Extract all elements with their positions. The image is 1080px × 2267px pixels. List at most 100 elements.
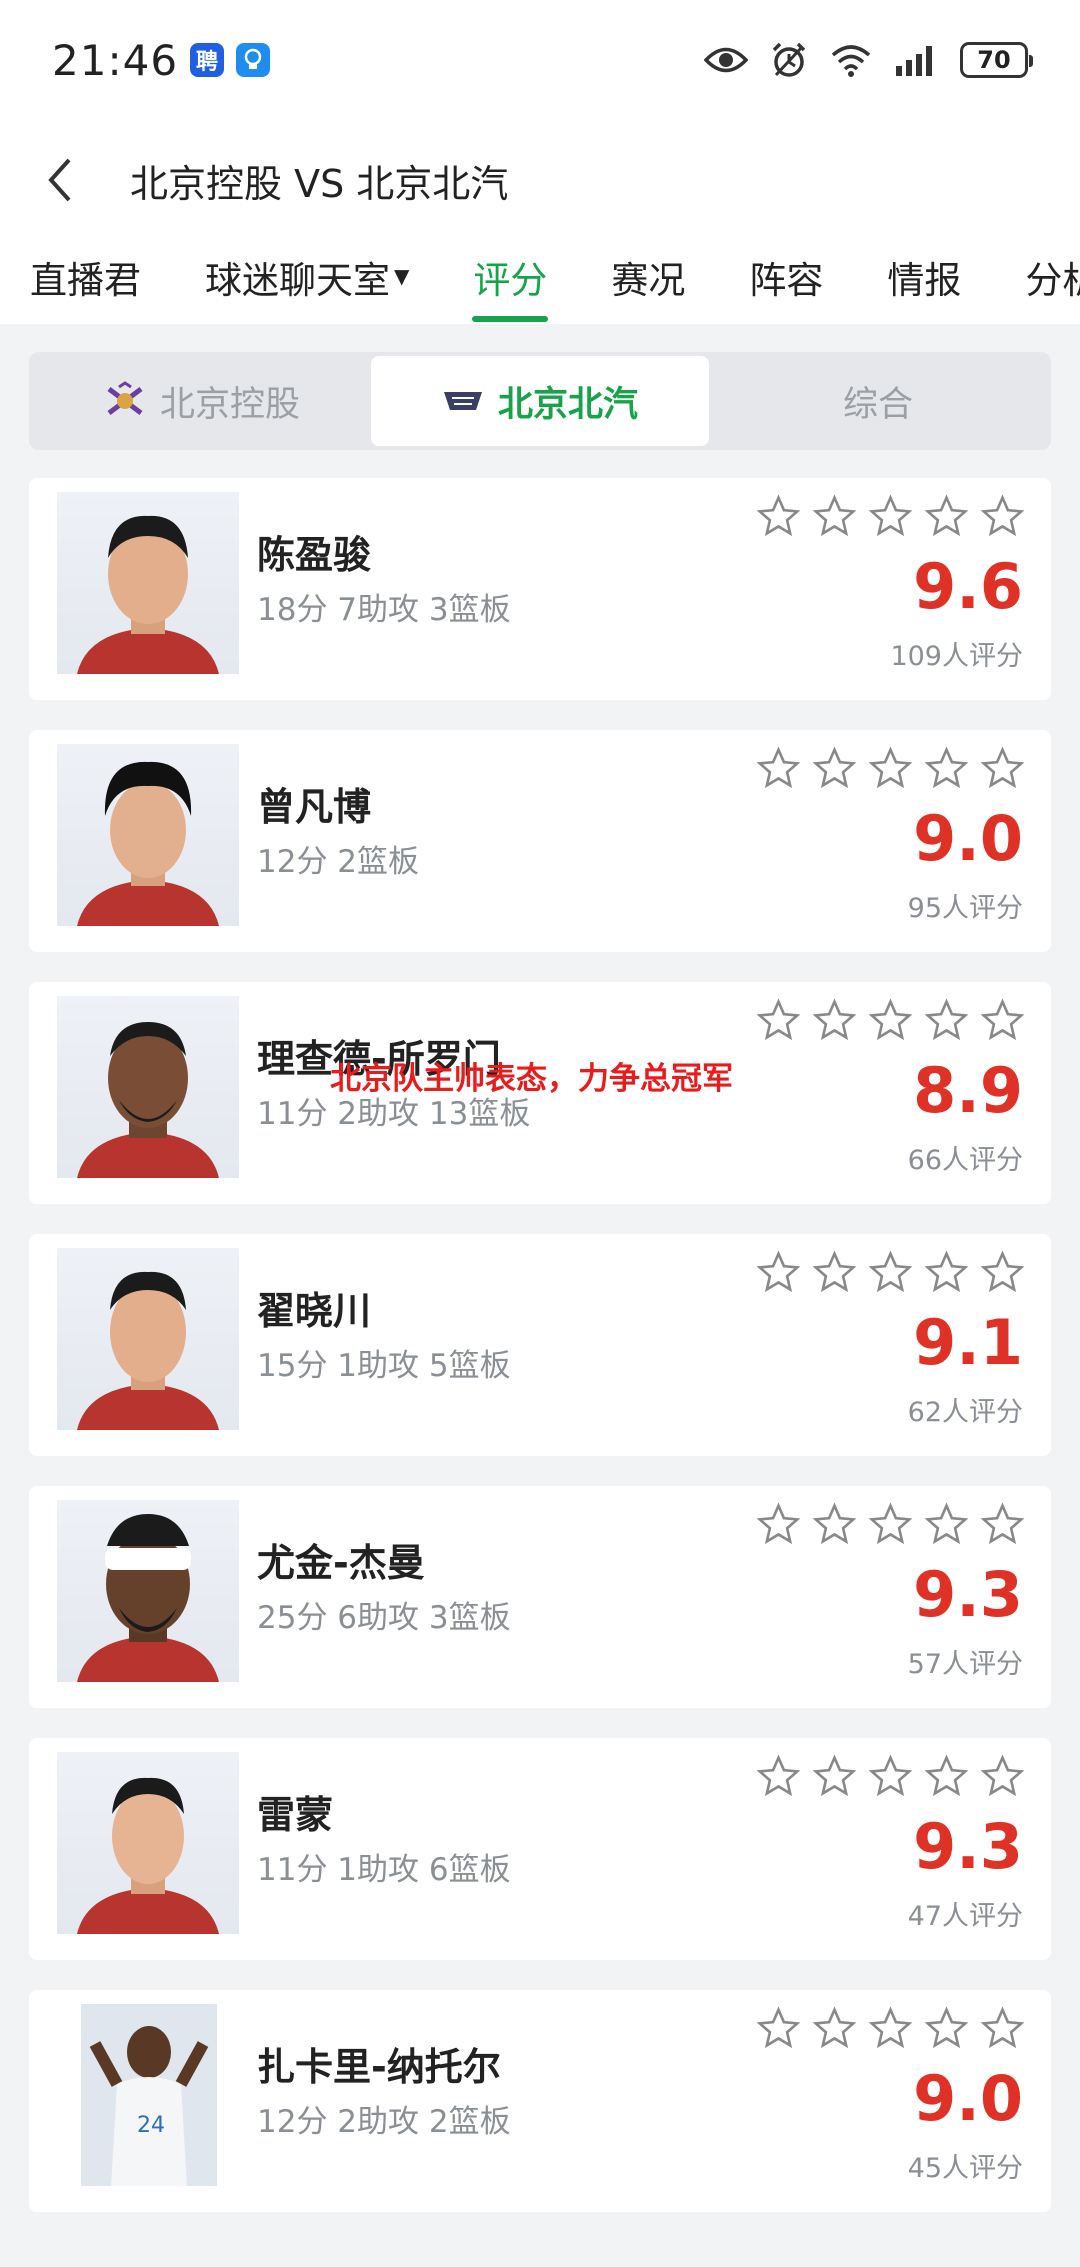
star-icon[interactable] [756, 998, 801, 1043]
player-score: 9.0 [913, 2062, 1023, 2135]
tab-live[interactable]: 直播君 [0, 240, 173, 324]
segment-team-2[interactable]: 北京北汽 [371, 356, 709, 446]
tab-intel[interactable]: 情报 [855, 240, 993, 324]
segment-overall[interactable]: 综合 [709, 356, 1047, 446]
player-avatar [57, 492, 239, 674]
tab-label: 球迷聊天室 [205, 259, 390, 302]
star-icon[interactable] [924, 2006, 969, 2051]
status-left: 21:46 聘 [52, 35, 271, 85]
rater-count: 62人评分 [907, 1397, 1023, 1428]
star-icon[interactable] [924, 494, 969, 539]
clock: 21:46 [52, 35, 179, 85]
player-card[interactable]: 陈盈骏 18分 7助攻 3篮板 9.6 109人评分 [29, 478, 1051, 700]
star-icon[interactable] [868, 1250, 913, 1295]
star-icon[interactable] [868, 746, 913, 791]
star-icon[interactable] [868, 1502, 913, 1547]
rater-count: 47人评分 [907, 1901, 1023, 1932]
tab-label: 赛况 [611, 259, 686, 302]
tab-label: 评分 [473, 259, 548, 302]
star-icon[interactable] [980, 1502, 1025, 1547]
star-icon[interactable] [812, 1250, 857, 1295]
rating-stars[interactable] [756, 998, 1025, 1043]
player-score: 9.3 [913, 1558, 1023, 1631]
wifi-icon [830, 43, 872, 77]
tab-ratings[interactable]: 评分 [441, 240, 579, 324]
tab-lineup[interactable]: 阵容 [717, 240, 855, 324]
star-icon[interactable] [980, 1754, 1025, 1799]
player-avatar [57, 1500, 239, 1682]
player-score: 8.9 [913, 1054, 1023, 1127]
overlay-headline: 北京队主帅表态，力争总冠军 [330, 1061, 733, 1097]
player-card[interactable]: 雷蒙 11分 1助攻 6篮板 9.3 47人评分 [29, 1738, 1051, 1960]
star-icon[interactable] [812, 998, 857, 1043]
player-stats: 15分 1助攻 5篮板 [257, 1348, 511, 1384]
tab-match-status[interactable]: 赛况 [579, 240, 717, 324]
segment-team-1[interactable]: 北京控股 [33, 356, 371, 446]
eye-icon [704, 45, 748, 75]
star-icon[interactable] [868, 2006, 913, 2051]
rater-count: 109人评分 [890, 641, 1023, 672]
star-icon[interactable] [812, 2006, 857, 2051]
player-stats: 25分 6助攻 3篮板 [257, 1600, 511, 1636]
player-card[interactable]: 尤金-杰曼 25分 6助攻 3篮板 9.3 57人评分 [29, 1486, 1051, 1708]
star-icon[interactable] [756, 1502, 801, 1547]
battery-icon: 70 [960, 42, 1033, 78]
status-right: 70 [704, 41, 1033, 79]
star-icon[interactable] [812, 494, 857, 539]
page-title: 北京控股 VS 北京北汽 [130, 161, 509, 206]
team-1-logo-icon [104, 380, 146, 422]
star-icon[interactable] [812, 1502, 857, 1547]
star-icon[interactable] [980, 494, 1025, 539]
lightbulb-app-icon [236, 43, 271, 77]
star-icon[interactable] [756, 2006, 801, 2051]
tab-analysis[interactable]: 分析 [993, 240, 1080, 324]
star-icon[interactable] [756, 1754, 801, 1799]
player-card[interactable]: 曾凡博 12分 2篮板 9.0 95人评分 [29, 730, 1051, 952]
player-avatar: 24 [81, 2004, 217, 2186]
star-icon[interactable] [980, 746, 1025, 791]
rater-count: 45人评分 [907, 2153, 1023, 2184]
player-name: 尤金-杰曼 [257, 1541, 425, 1585]
rating-stars[interactable] [756, 2006, 1025, 2051]
back-button[interactable] [0, 120, 120, 240]
star-icon[interactable] [868, 1754, 913, 1799]
star-icon[interactable] [812, 746, 857, 791]
rating-stars[interactable] [756, 1502, 1025, 1547]
player-card[interactable]: 翟晓川 15分 1助攻 5篮板 9.1 62人评分 [29, 1234, 1051, 1456]
player-avatar [57, 996, 239, 1178]
star-icon[interactable] [756, 494, 801, 539]
player-name: 曾凡博 [257, 785, 372, 829]
player-card[interactable]: 24 扎卡里-纳托尔 12分 2助攻 2篮板 9.0 45人评分 [29, 1990, 1051, 2212]
star-icon[interactable] [756, 746, 801, 791]
star-icon[interactable] [868, 494, 913, 539]
star-icon[interactable] [980, 2006, 1025, 2051]
rating-stars[interactable] [756, 1250, 1025, 1295]
player-score: 9.6 [913, 550, 1023, 623]
star-icon[interactable] [924, 1754, 969, 1799]
player-name: 陈盈骏 [257, 533, 372, 577]
rater-count: 95人评分 [907, 893, 1023, 924]
player-stats: 18分 7助攻 3篮板 [257, 592, 511, 628]
overall-label: 综合 [842, 384, 913, 425]
star-icon[interactable] [756, 1250, 801, 1295]
rating-stars[interactable] [756, 1754, 1025, 1799]
caret-down-icon: ▼ [394, 264, 410, 288]
star-icon[interactable] [980, 1250, 1025, 1295]
tab-chat-room[interactable]: 球迷聊天室 ▼ [173, 240, 441, 324]
player-stats: 11分 1助攻 6篮板 [257, 1852, 511, 1888]
star-icon[interactable] [924, 746, 969, 791]
star-icon[interactable] [924, 1250, 969, 1295]
player-stats: 12分 2助攻 2篮板 [257, 2104, 511, 2140]
signal-icon [894, 44, 938, 76]
rating-stars[interactable] [756, 746, 1025, 791]
player-avatar [57, 744, 239, 926]
star-icon[interactable] [868, 998, 913, 1043]
star-icon[interactable] [924, 1502, 969, 1547]
team-2-logo-icon [442, 380, 484, 422]
team-segmented-control: 北京控股 北京北汽 综合 [29, 352, 1051, 450]
star-icon[interactable] [924, 998, 969, 1043]
rating-stars[interactable] [756, 494, 1025, 539]
star-icon[interactable] [812, 1754, 857, 1799]
star-icon[interactable] [980, 998, 1025, 1043]
player-name: 扎卡里-纳托尔 [257, 2045, 501, 2089]
